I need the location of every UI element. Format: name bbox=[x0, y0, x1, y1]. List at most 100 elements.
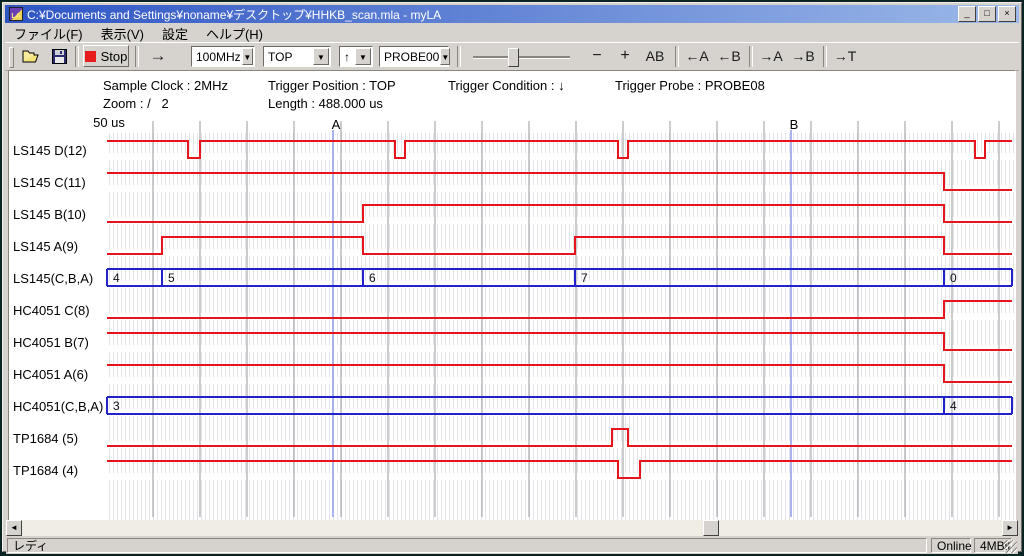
channel-label: LS145 A(9) bbox=[13, 238, 78, 256]
scrollbar-thumb[interactable] bbox=[703, 520, 719, 536]
floppy-disk-icon bbox=[52, 49, 67, 64]
trigger-edge-value: ↑ bbox=[340, 50, 354, 64]
row-gap bbox=[109, 313, 1015, 320]
set-b-label: ←B bbox=[717, 48, 740, 64]
set-a-label: ←A bbox=[685, 48, 708, 64]
goto-marker-a-button[interactable]: →A bbox=[757, 46, 785, 66]
goto-a-label: →A bbox=[759, 48, 782, 64]
trigger-position-value: TOP bbox=[264, 50, 312, 64]
toolbar-separator bbox=[749, 46, 753, 67]
stop-icon bbox=[85, 51, 96, 62]
row-gap bbox=[109, 281, 1015, 288]
chevron-down-icon[interactable]: ▼ bbox=[440, 48, 450, 65]
toolbar-grip bbox=[9, 47, 14, 68]
channel-label: LS145 B(10) bbox=[13, 206, 86, 224]
maximize-button[interactable]: □ bbox=[978, 6, 996, 22]
channel-label: TP1684 (5) bbox=[13, 430, 78, 448]
row-gap bbox=[109, 409, 1015, 416]
close-button[interactable]: × bbox=[998, 6, 1016, 22]
goto-t-label: →T bbox=[834, 48, 857, 64]
menu-view[interactable]: 表示(V) bbox=[92, 23, 153, 44]
stop-label: Stop bbox=[101, 49, 128, 64]
status-bar: レディ Online 4MBit bbox=[6, 537, 1018, 554]
minus-icon: − bbox=[592, 47, 601, 65]
probe-select[interactable]: PROBE00 ▼ bbox=[379, 46, 449, 67]
menu-bar: ファイル(F) 表示(V) 設定 ヘルプ(H) bbox=[5, 24, 1019, 42]
run-button[interactable]: → bbox=[143, 46, 173, 66]
online-status-badge: Online bbox=[931, 538, 971, 553]
application-window: LA C:¥Documents and Settings¥noname¥デスクト… bbox=[2, 2, 1022, 552]
ab-label: AB bbox=[646, 48, 665, 64]
row-gap bbox=[109, 185, 1015, 192]
zoom-out-button[interactable]: − bbox=[585, 46, 609, 66]
trigger-position-select[interactable]: TOP ▼ bbox=[263, 46, 331, 67]
toolbar-separator bbox=[75, 46, 79, 67]
channel-label: HC4051 A(6) bbox=[13, 366, 88, 384]
set-marker-b-button[interactable]: ←B bbox=[715, 46, 743, 66]
title-bar: LA C:¥Documents and Settings¥noname¥デスクト… bbox=[5, 5, 1019, 23]
probe-value: PROBE00 bbox=[380, 50, 439, 64]
run-arrow-icon: → bbox=[150, 46, 167, 66]
status-message: レディ bbox=[7, 538, 927, 553]
trigger-position-info: Trigger Position : TOP bbox=[268, 78, 396, 93]
channel-label: LS145 C(11) bbox=[13, 174, 86, 192]
chevron-down-icon[interactable]: ▼ bbox=[355, 48, 371, 65]
toolbar-separator bbox=[457, 46, 461, 67]
row-gap bbox=[109, 345, 1015, 352]
channel-label: LS145(C,B,A) bbox=[13, 270, 93, 288]
goto-marker-b-button[interactable]: →B bbox=[789, 46, 817, 66]
toolbar: Stop → 100MHz ▼ TOP ▼ ↑ ▼ PROBE00 ▼ bbox=[5, 42, 1019, 71]
plus-icon: + bbox=[620, 47, 629, 65]
length-info: Length : 488.000 us bbox=[268, 96, 383, 111]
goto-trigger-button[interactable]: →T bbox=[831, 46, 859, 66]
zoom-slider-thumb[interactable] bbox=[508, 48, 519, 67]
resize-grip-icon[interactable] bbox=[1004, 540, 1017, 553]
trigger-condition-info: Trigger Condition : ↓ bbox=[448, 78, 565, 93]
app-icon: LA bbox=[9, 7, 23, 21]
chevron-down-icon[interactable]: ▼ bbox=[313, 48, 329, 65]
sample-clock-select[interactable]: 100MHz ▼ bbox=[191, 46, 255, 67]
open-folder-icon bbox=[22, 49, 40, 64]
zoom-ab-button[interactable]: AB bbox=[641, 46, 669, 66]
trigger-probe-info: Trigger Probe : PROBE08 bbox=[615, 78, 765, 93]
chevron-down-icon[interactable]: ▼ bbox=[242, 48, 253, 65]
time-scale-label: 50 us bbox=[93, 115, 125, 130]
channel-label: HC4051 B(7) bbox=[13, 334, 89, 352]
row-gap bbox=[109, 217, 1015, 224]
scroll-right-button[interactable]: ► bbox=[1002, 520, 1018, 536]
channel-label: HC4051 C(8) bbox=[13, 302, 90, 320]
toolbar-separator bbox=[675, 46, 679, 67]
channel-label: LS145 D(12) bbox=[13, 142, 87, 160]
horizontal-scrollbar[interactable]: ◄ ► bbox=[6, 520, 1018, 536]
channel-label: TP1684 (4) bbox=[13, 462, 78, 480]
open-button[interactable] bbox=[19, 46, 43, 66]
sample-clock-info: Sample Clock : 2MHz bbox=[103, 78, 228, 93]
minimize-button[interactable]: _ bbox=[958, 6, 976, 22]
set-marker-a-button[interactable]: ←A bbox=[683, 46, 711, 66]
row-gap bbox=[109, 249, 1015, 256]
window-controls: _ □ × bbox=[958, 6, 1019, 22]
sample-clock-value: 100MHz bbox=[192, 50, 241, 64]
row-gap bbox=[109, 377, 1015, 384]
scroll-left-button[interactable]: ◄ bbox=[6, 520, 22, 536]
stop-button[interactable]: Stop bbox=[83, 45, 129, 67]
menu-settings[interactable]: 設定 bbox=[153, 23, 197, 44]
channel-label: HC4051(C,B,A) bbox=[13, 398, 103, 416]
marker-b-label: B bbox=[790, 117, 799, 132]
plot-grid bbox=[109, 133, 1015, 520]
trigger-edge-select[interactable]: ↑ ▼ bbox=[339, 46, 373, 67]
zoom-info: Zoom : / 2 bbox=[103, 96, 169, 111]
save-button[interactable] bbox=[47, 46, 71, 66]
row-gap bbox=[109, 441, 1015, 448]
toolbar-separator bbox=[135, 46, 139, 67]
zoom-in-button[interactable]: + bbox=[613, 46, 637, 66]
menu-help[interactable]: ヘルプ(H) bbox=[197, 23, 272, 44]
marker-a-label: A bbox=[332, 117, 341, 132]
toolbar-separator bbox=[823, 46, 827, 67]
row-gap bbox=[109, 473, 1015, 480]
screen: LA C:¥Documents and Settings¥noname¥デスクト… bbox=[0, 0, 1024, 556]
menu-file[interactable]: ファイル(F) bbox=[5, 23, 92, 44]
row-gap bbox=[109, 153, 1015, 160]
zoom-slider-track[interactable] bbox=[473, 56, 570, 59]
window-title: C:¥Documents and Settings¥noname¥デスクトップ¥… bbox=[27, 6, 441, 23]
